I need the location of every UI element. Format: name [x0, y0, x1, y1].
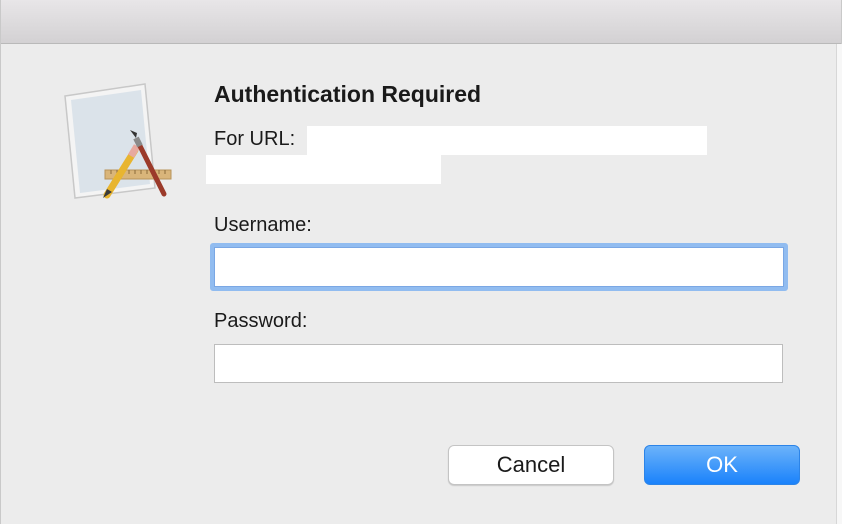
auth-dialog: Authentication Required For URL: Usernam… — [0, 0, 842, 524]
password-label: Password: — [214, 310, 308, 332]
url-redaction — [307, 126, 707, 155]
ok-button[interactable]: OK — [644, 445, 800, 485]
cancel-button[interactable]: Cancel — [448, 445, 614, 485]
url-redaction-line2 — [206, 155, 441, 184]
dialog-title: Authentication Required — [214, 81, 482, 107]
username-label: Username: — [214, 214, 312, 236]
url-label: For URL: — [214, 128, 296, 150]
dialog-titlebar — [1, 0, 841, 44]
script-editor-icon — [64, 83, 172, 199]
username-field[interactable] — [210, 243, 788, 291]
window-edge — [836, 44, 842, 524]
password-field[interactable] — [214, 344, 783, 383]
